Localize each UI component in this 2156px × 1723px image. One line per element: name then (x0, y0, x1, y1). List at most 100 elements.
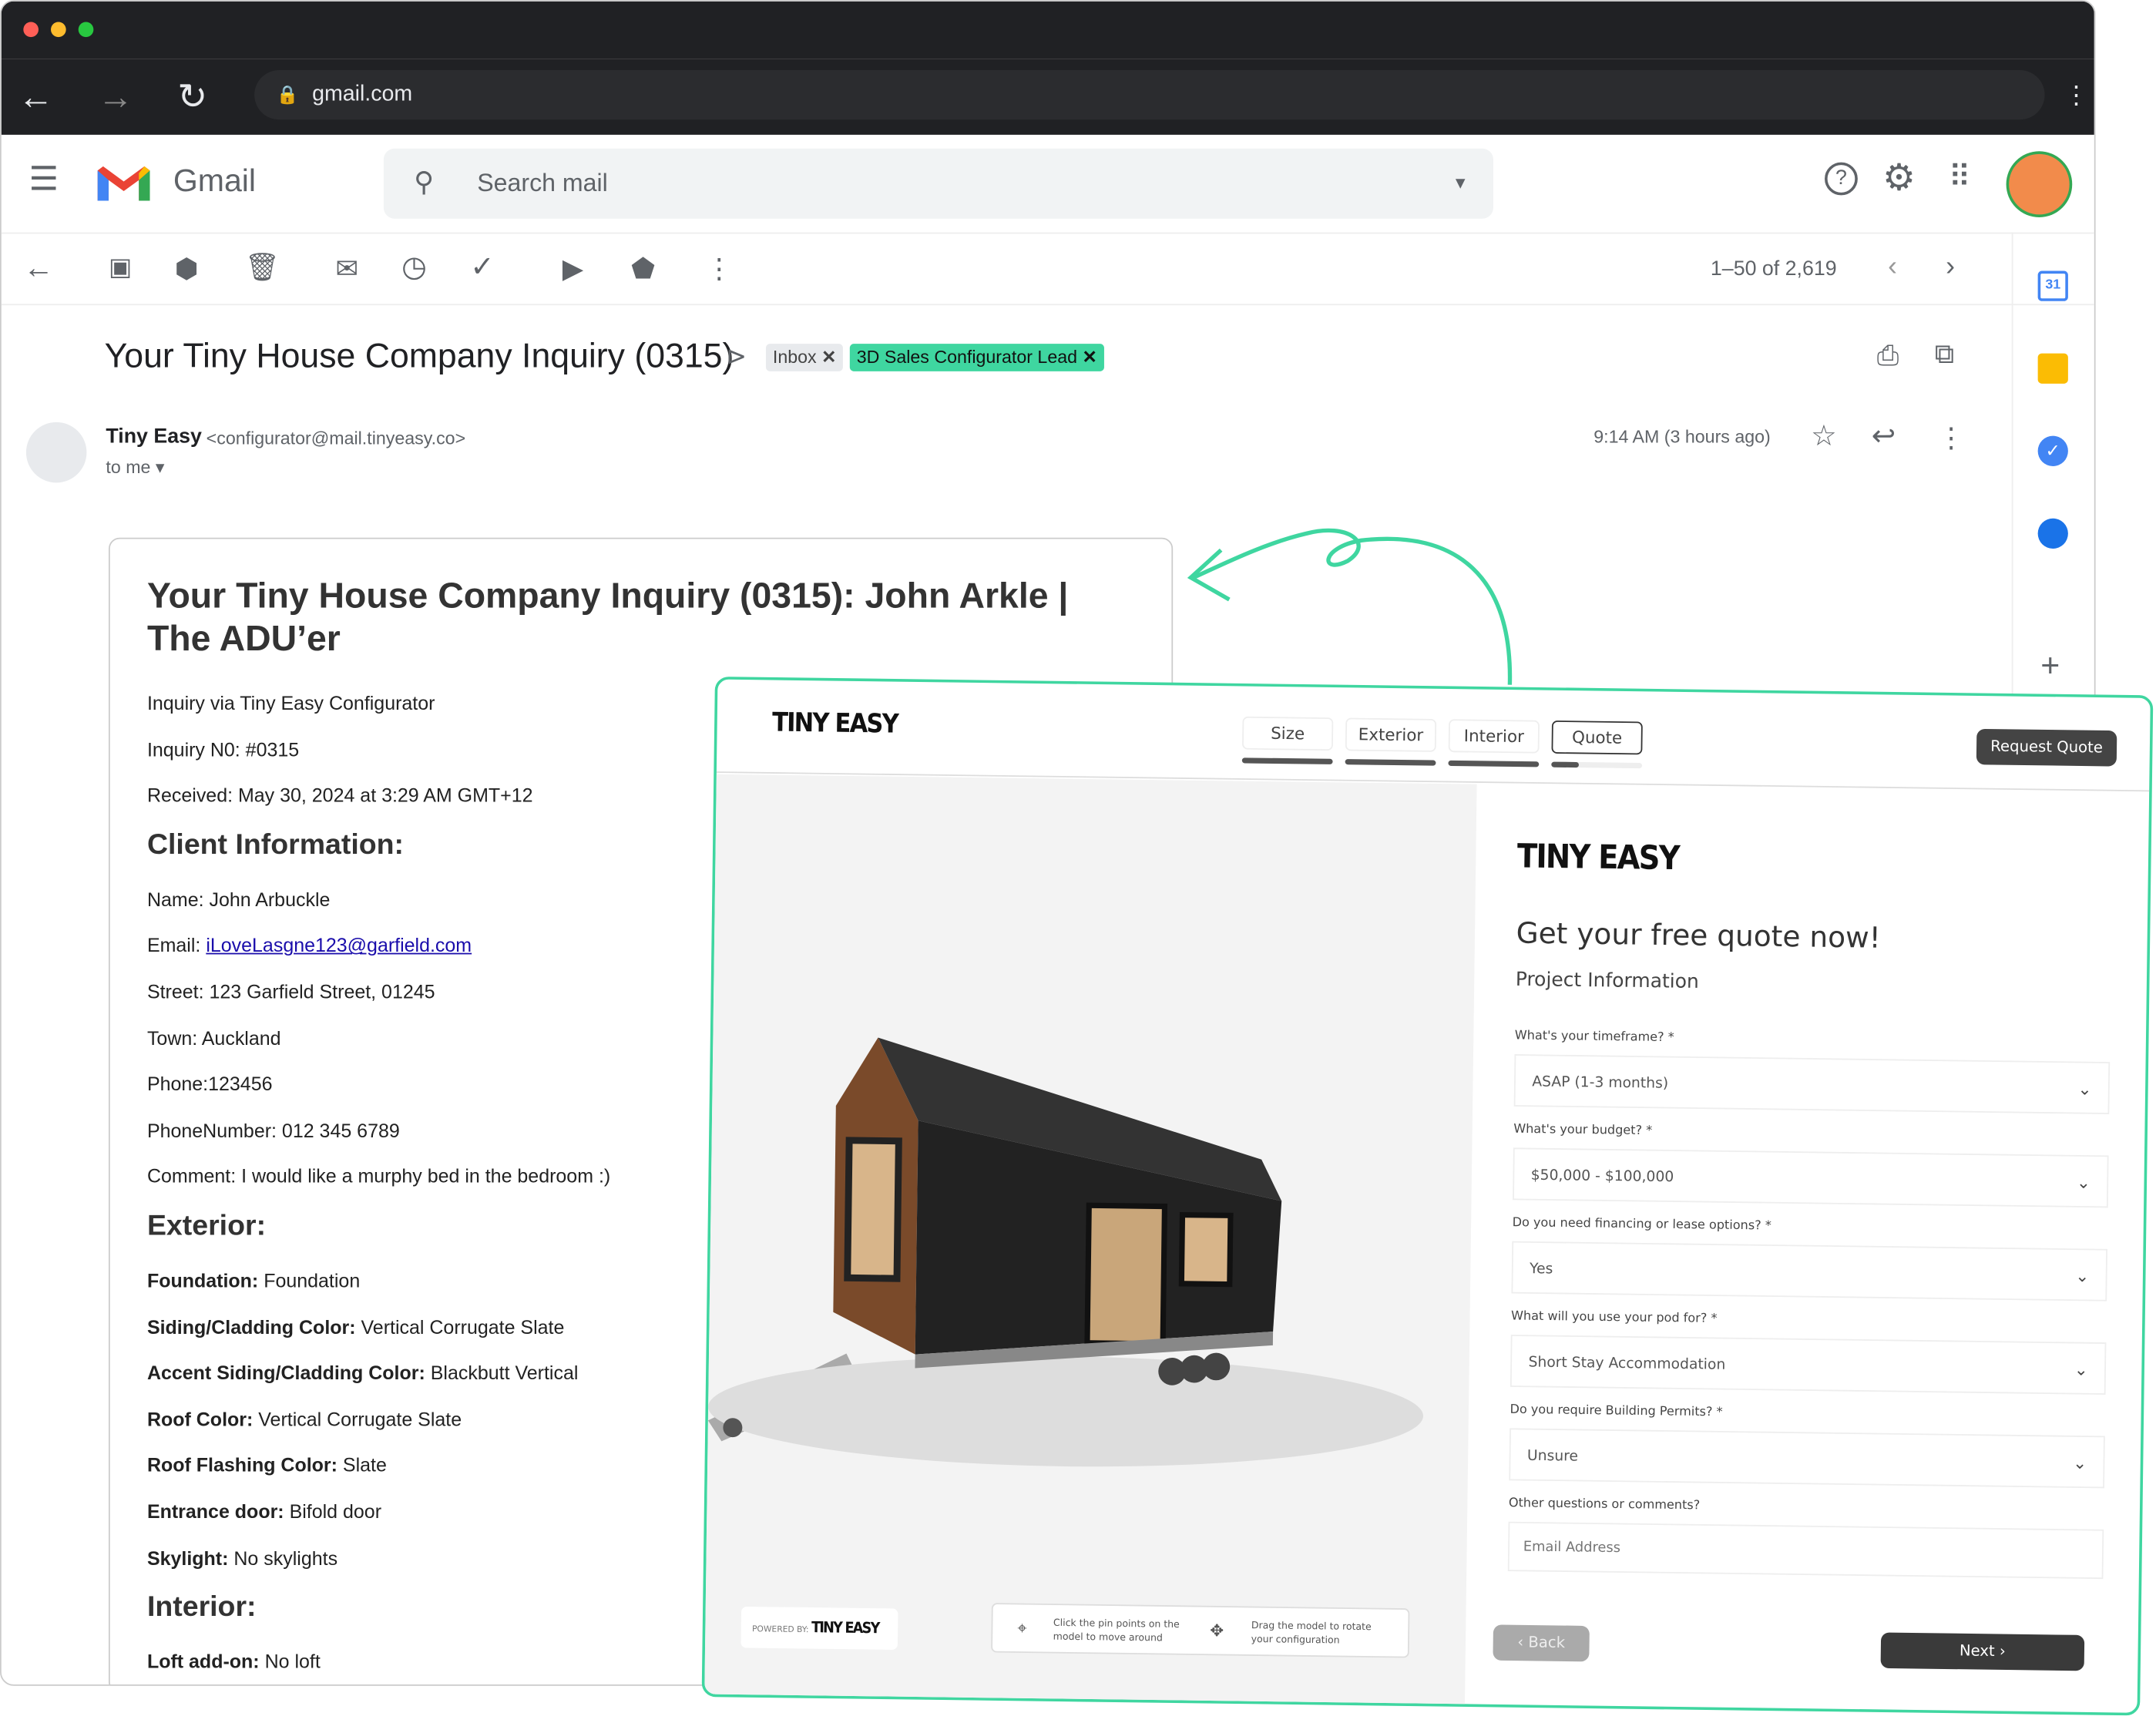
minimize-window-button[interactable] (51, 22, 66, 38)
field-value: Short Stay Accommodation (1528, 1354, 1726, 1374)
sender-avatar (25, 422, 87, 483)
settings-gear-icon[interactable]: ⚙ (1882, 156, 1916, 199)
step-tab-exterior[interactable]: Exterior (1345, 717, 1437, 752)
contacts-icon[interactable] (2037, 518, 2068, 549)
comments-input[interactable] (1507, 1521, 2104, 1580)
archive-icon[interactable]: ▣ (109, 253, 132, 281)
address-bar[interactable]: 🔒 gmail.com (254, 70, 2045, 120)
next-button[interactable]: Next › (1880, 1632, 2085, 1671)
spec-value: Bifold door (284, 1500, 382, 1523)
chevron-down-icon: ⌄ (2077, 1079, 2092, 1100)
remove-label-icon[interactable]: ✕ (821, 347, 836, 368)
field-label: Do you need financing or lease options? … (1512, 1216, 1771, 1234)
spec-key: Roof Flashing Color: (146, 1453, 338, 1476)
delete-icon[interactable]: 🗑 (245, 250, 280, 285)
spec-key: Siding/Cladding Color: (146, 1315, 356, 1338)
url-text: gmail.com (312, 82, 413, 106)
hamburger-menu-icon[interactable]: ☰ (29, 160, 58, 200)
step-progress-track (1551, 761, 1643, 769)
open-new-window-icon[interactable]: ⧉ (1935, 340, 1954, 371)
field-value: Unsure (1526, 1447, 1579, 1465)
field-select[interactable]: ASAP (1-3 months) ⌄ (1513, 1054, 2111, 1114)
configurator-panel: TINY EASY Size Exterior Interior Quote Requ… (701, 676, 2154, 1716)
close-window-button[interactable] (23, 22, 39, 38)
step-tab-interior[interactable]: Interior (1448, 719, 1540, 754)
mark-unread-icon[interactable]: ✉ (335, 252, 358, 287)
back-label: Back (1528, 1633, 1566, 1652)
client-email-link[interactable]: iLoveLasgne123@garfield.com (206, 934, 472, 956)
snooze-clock-icon[interactable]: ◷ (401, 250, 427, 285)
email-subject: Your Tiny House Company Inquiry (0315) (104, 337, 734, 376)
step-progress-fill (1448, 760, 1540, 767)
help-icon[interactable]: ? (1825, 162, 1858, 196)
recipient-dropdown[interactable]: to me ▾ (106, 456, 164, 479)
3d-viewer[interactable]: POWERED BY: TINY EASY ⌖ Click the pin po… (704, 774, 1477, 1710)
field-label: What's your budget? * (1513, 1123, 1653, 1139)
back-arrow-icon[interactable]: ← (18, 76, 53, 118)
pin-icon: ⌖ (1017, 1618, 1027, 1638)
configurator-header: TINY EASY Size Exterior Interior Quote Requ… (716, 679, 2151, 792)
importance-marker-icon[interactable]: ⊳ (726, 342, 747, 371)
step-tab-quote[interactable]: Quote (1551, 720, 1643, 755)
step-progress-track (1448, 760, 1540, 767)
label-chip-inbox[interactable]: Inbox ✕ (765, 344, 844, 371)
label-chip-configurator[interactable]: 3D Sales Configurator Lead ✕ (849, 344, 1104, 371)
comments-label: Other questions or comments? (1508, 1496, 1701, 1513)
more-options-icon[interactable]: ⋮ (705, 252, 733, 287)
request-quote-button[interactable]: Request Quote (1976, 728, 2117, 767)
chevron-down-icon: ⌄ (2074, 1359, 2088, 1380)
field-select[interactable]: Yes ⌄ (1511, 1241, 2107, 1301)
print-icon[interactable]: ⎙ (1877, 341, 1899, 373)
tasks-icon[interactable]: ✓ (2037, 435, 2068, 466)
report-spam-icon[interactable]: ⬢ (175, 252, 199, 287)
label-icon[interactable]: ⬟ (631, 252, 655, 287)
spec-key: Foundation: (146, 1268, 259, 1291)
remove-label-icon[interactable]: ✕ (1083, 347, 1097, 368)
field-value: $50,000 - $100,000 (1530, 1167, 1674, 1186)
back-to-inbox-icon[interactable]: ← (23, 250, 53, 286)
apps-grid-icon[interactable]: ⠿ (1949, 160, 1971, 195)
reply-icon[interactable]: ↩ (1872, 419, 1896, 454)
search-icon: ⚲ (414, 167, 435, 198)
pagination-count: 1–50 of 2,619 (1710, 257, 1837, 281)
email-label: Email: (146, 934, 207, 956)
tiny-house-model[interactable] (706, 774, 1477, 1610)
previous-page-icon[interactable]: ‹ (1888, 252, 1897, 284)
star-icon[interactable]: ☆ (1811, 419, 1837, 454)
label-text: 3D Sales Configurator Lead (856, 346, 1078, 368)
field-select[interactable]: Short Stay Accommodation ⌄ (1510, 1335, 2107, 1395)
field-select[interactable]: $50,000 - $100,000 ⌄ (1513, 1147, 2109, 1208)
sender-email: <configurator@mail.tinyeasy.co> (206, 427, 466, 448)
step-progress-fill (1551, 761, 1579, 768)
spec-value: Vertical Corrugate Slate (355, 1315, 565, 1338)
email-time: 9:14 AM (3 hours ago) (1593, 426, 1771, 447)
field-label: Do you require Building Permits? * (1510, 1403, 1723, 1420)
avatar[interactable] (2009, 153, 2070, 215)
move-to-icon[interactable]: ▶ (563, 252, 583, 287)
browser-menu-icon[interactable]: ⋮ (2064, 81, 2089, 109)
search-options-icon[interactable]: ▼ (1452, 149, 1469, 219)
maximize-window-button[interactable] (78, 22, 94, 38)
calendar-icon[interactable]: 31 (2037, 270, 2068, 301)
move-arrows-icon: ✥ (1210, 1621, 1224, 1641)
gmail-app-name: Gmail (173, 162, 257, 198)
next-page-icon[interactable]: › (1946, 252, 1955, 284)
keep-icon[interactable] (2037, 353, 2068, 384)
forward-arrow-icon[interactable]: → (98, 76, 133, 118)
gmail-logo-icon (97, 166, 150, 201)
quote-form: TINY EASY Get your free quote now! Proje… (1465, 784, 2153, 1716)
powered-by-logo: TINY EASY (811, 1618, 879, 1637)
step-tab-size[interactable]: Size (1242, 716, 1334, 751)
message-more-icon[interactable]: ⋮ (1937, 421, 1965, 455)
back-button[interactable]: ‹ Back (1493, 1624, 1590, 1662)
reload-icon[interactable]: ↻ (177, 76, 207, 118)
field-select[interactable]: Unsure ⌄ (1509, 1428, 2105, 1489)
chevron-down-icon: ⌄ (2075, 1266, 2090, 1286)
add-task-icon[interactable]: ✓ (470, 250, 494, 285)
tiny-easy-logo: TINY EASY (771, 707, 898, 740)
add-addon-icon[interactable]: + (2040, 647, 2060, 686)
form-subtitle: Project Information (1515, 969, 1700, 994)
step-progress-fill (1241, 757, 1333, 764)
powered-by-badge: POWERED BY: TINY EASY (740, 1606, 898, 1651)
search-input[interactable]: ⚲ Search mail ▼ (383, 148, 1493, 219)
